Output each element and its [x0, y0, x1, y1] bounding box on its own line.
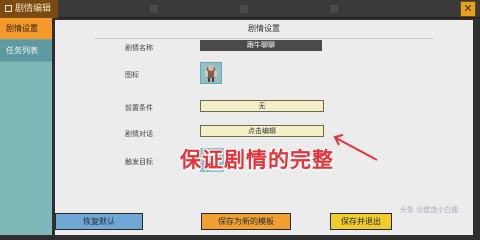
annotation-text: 保证剧情的完整 [180, 148, 334, 172]
annotation-arrow [333, 134, 378, 161]
watermark: 头条 @建造小白酱 [400, 206, 459, 214]
